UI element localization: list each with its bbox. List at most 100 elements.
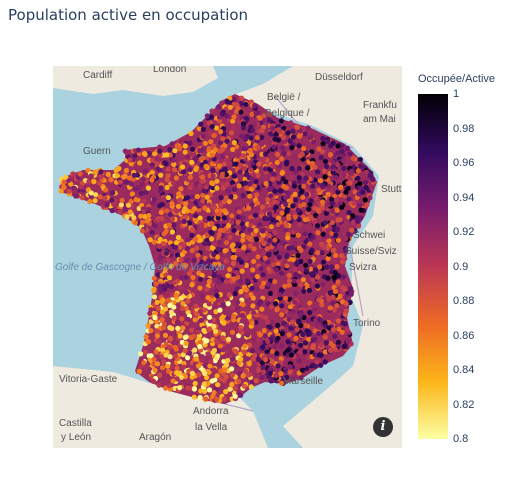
map-label-11: Svizra (349, 262, 377, 273)
scatter-point (252, 121, 258, 127)
scatter-point (314, 223, 320, 229)
scatter-point (248, 218, 254, 224)
scatter-point (317, 317, 323, 323)
scatter-point (251, 183, 257, 189)
scatter-point (109, 197, 115, 203)
scatter-point (316, 297, 322, 303)
scatter-point (246, 314, 252, 320)
scatter-point (275, 261, 281, 267)
scatter-point (259, 141, 265, 147)
scatter-point (104, 202, 110, 208)
scatter-point (265, 319, 271, 325)
scatter-point (223, 240, 230, 246)
scatter-point (302, 340, 308, 346)
scatter-point (192, 317, 198, 323)
scatter-point (234, 299, 241, 305)
scatter-point (226, 223, 232, 229)
scatter-point (194, 193, 200, 200)
scatter-point (241, 383, 247, 389)
scatter-point (121, 183, 127, 189)
scatter-point (230, 125, 236, 131)
scatter-point (195, 329, 201, 335)
scatter-point (213, 125, 220, 131)
scatter-point (240, 232, 246, 238)
scatter-point (189, 370, 196, 376)
map-svg[interactable] (53, 66, 402, 448)
scatter-point (167, 344, 173, 350)
scatter-point (298, 247, 304, 253)
scatter-point (187, 174, 193, 180)
scatter-point (236, 256, 242, 262)
scatter-point (189, 208, 195, 214)
info-icon[interactable]: i (373, 417, 393, 437)
scatter-point (132, 220, 138, 226)
scatter-point (290, 134, 296, 140)
scatter-point (250, 348, 256, 354)
scatter-point (263, 181, 269, 187)
scatter-point (200, 174, 206, 180)
scatter-point (109, 208, 115, 214)
scatter-point (288, 120, 294, 126)
scatter-point (320, 259, 327, 265)
scatter-point (261, 241, 267, 247)
scatter-point (212, 191, 218, 197)
scatter-point (332, 333, 338, 339)
scatter-point (334, 207, 340, 213)
scatter-point (246, 361, 252, 367)
scatter-point (151, 196, 157, 202)
scatter-point (334, 226, 340, 233)
scatter-point (73, 193, 79, 199)
scatter-point (343, 308, 349, 314)
scatter-point (267, 290, 274, 296)
scatter-point (209, 378, 215, 384)
scatter-point (189, 282, 195, 288)
scatter-point (238, 356, 244, 362)
scatter-point (340, 158, 346, 164)
scatter-point (237, 169, 243, 175)
scatter-point (304, 328, 310, 334)
scatter-point (268, 193, 274, 199)
scatter-point (215, 104, 221, 110)
scatter-point (241, 153, 247, 159)
scatter-point (346, 196, 352, 202)
scatter-point (369, 186, 375, 192)
scatter-point (86, 179, 92, 185)
scatter-point (216, 279, 222, 285)
scatter-point (70, 171, 77, 177)
scatter-point (335, 279, 341, 285)
scatter-point (282, 283, 288, 289)
scatter-point (197, 285, 203, 291)
scatter-point (283, 201, 289, 207)
scatter-point (296, 358, 302, 364)
scatter-point (355, 168, 361, 174)
scatter-point (255, 172, 261, 178)
scatter-point (277, 292, 283, 298)
scatter-point (261, 327, 267, 334)
scatter-point (214, 137, 220, 144)
scatter-point (152, 314, 158, 321)
scatter-point (209, 236, 215, 242)
scatter-point (265, 281, 272, 287)
scatter-point (108, 177, 114, 183)
scatter-point (198, 121, 204, 127)
scatter-point (232, 348, 238, 354)
scatter-point (259, 306, 265, 312)
scatter-point (220, 154, 226, 160)
scatter-point (310, 234, 316, 240)
scatter-point (199, 222, 205, 228)
scatter-point (259, 374, 265, 380)
scatter-point (286, 215, 292, 221)
scatter-point (312, 267, 319, 273)
scatter-point (181, 218, 187, 224)
scatter-point (182, 205, 188, 212)
scatter-point (309, 160, 316, 166)
scatter-point (292, 191, 298, 197)
map-area[interactable]: Cardiff London Düsseldorf België / Belgique … (53, 66, 402, 448)
colorbar-tick-label: 0.82 (453, 398, 475, 411)
scatter-point (260, 228, 266, 234)
scatter-point (238, 328, 244, 334)
scatter-point (336, 326, 342, 332)
scatter-point (231, 186, 238, 193)
scatter-point (327, 305, 333, 311)
scatter-point (288, 325, 294, 331)
